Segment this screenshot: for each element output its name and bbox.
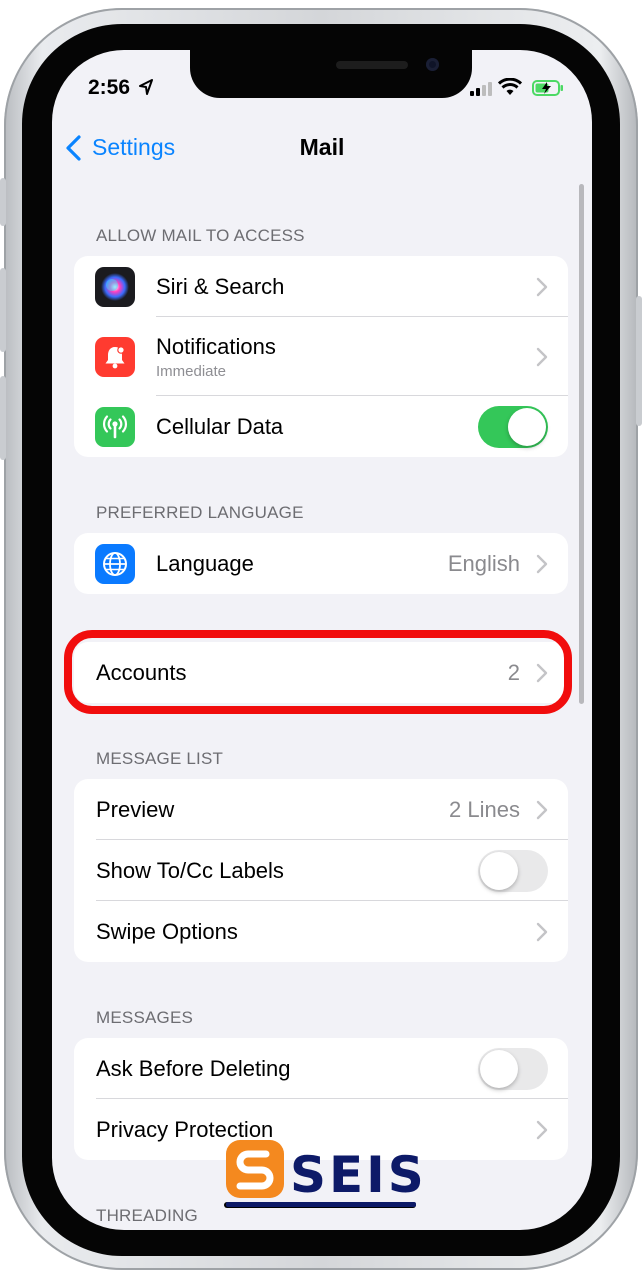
section-header-message-list: MESSAGE LIST <box>96 749 224 768</box>
chevron-right-icon <box>536 922 548 941</box>
ask-before-deleting-row: Ask Before Deleting <box>74 1038 568 1099</box>
cellular-data-toggle[interactable] <box>478 405 548 448</box>
swipe-options-label: Swipe Options <box>96 918 238 944</box>
page-title: Mail <box>299 134 345 160</box>
mute-switch <box>0 178 6 226</box>
volume-down-button <box>0 376 6 460</box>
chevron-right-icon <box>536 277 548 296</box>
watermark-text: SEIS <box>290 1146 427 1204</box>
watermark-logo: SEIS <box>226 1140 426 1210</box>
chevron-right-icon <box>536 1120 548 1139</box>
globe-icon <box>95 543 135 584</box>
section-header-preferred-language: PREFERRED LANGUAGE <box>96 503 304 522</box>
volume-up-button <box>0 268 6 352</box>
language-label: Language <box>156 550 254 576</box>
side-button <box>636 296 642 426</box>
notifications-row[interactable]: Notifications Immediate <box>74 317 568 396</box>
scrollbar[interactable] <box>579 184 584 704</box>
allow-access-group: Siri & Search Notifications Immediate Ce… <box>74 256 568 457</box>
chevron-right-icon <box>536 554 548 573</box>
notifications-label: Notifications <box>156 333 276 359</box>
location-arrow-icon <box>139 79 153 95</box>
section-header-allow-access: ALLOW MAIL TO ACCESS <box>96 226 305 245</box>
preview-label: Preview <box>96 796 175 822</box>
preview-value: 2 Lines <box>449 796 520 822</box>
preview-row[interactable]: Preview 2 Lines <box>74 779 568 840</box>
wifi-icon <box>498 78 522 95</box>
chevron-right-icon <box>536 347 548 366</box>
language-value: English <box>447 550 520 576</box>
siri-search-row[interactable]: Siri & Search <box>74 256 568 317</box>
language-row[interactable]: Language English <box>74 533 568 594</box>
accounts-highlight-outline <box>64 630 572 714</box>
cellular-data-label: Cellular Data <box>156 413 284 439</box>
chevron-right-icon <box>536 800 548 819</box>
antenna-icon <box>95 406 135 447</box>
siri-icon <box>95 266 135 307</box>
ask-before-deleting-toggle[interactable] <box>478 1047 548 1090</box>
ask-before-deleting-label: Ask Before Deleting <box>96 1055 291 1081</box>
show-to-cc-label: Show To/Cc Labels <box>96 857 284 883</box>
notch <box>190 50 472 98</box>
notifications-sublabel: Immediate <box>156 362 227 380</box>
message-list-group: Preview 2 Lines Show To/Cc Labels Swipe … <box>74 779 568 962</box>
watermark-underline <box>226 1202 416 1207</box>
siri-search-label: Siri & Search <box>156 273 285 299</box>
watermark-badge <box>226 1140 284 1198</box>
cellular-data-row: Cellular Data <box>74 396 568 457</box>
screen: 2:56 Settings Mail ALLOW MAIL TO ACCESS … <box>52 50 592 1230</box>
front-camera <box>426 58 439 71</box>
section-header-messages: MESSAGES <box>96 1008 194 1027</box>
section-header-threading: THREADING <box>96 1206 198 1225</box>
privacy-protection-label: Privacy Protection <box>96 1116 274 1142</box>
swipe-options-row[interactable]: Swipe Options <box>74 901 568 962</box>
navigation-bar: Settings Mail <box>52 134 592 166</box>
preferred-language-group: Language English <box>74 533 568 594</box>
show-to-cc-toggle[interactable] <box>478 849 548 892</box>
status-time: 2:56 <box>88 76 131 99</box>
earpiece-speaker <box>336 61 408 69</box>
bell-icon <box>95 336 135 377</box>
cellular-signal-icon <box>470 82 492 96</box>
battery-charging-icon <box>532 80 563 96</box>
show-to-cc-row: Show To/Cc Labels <box>74 840 568 901</box>
